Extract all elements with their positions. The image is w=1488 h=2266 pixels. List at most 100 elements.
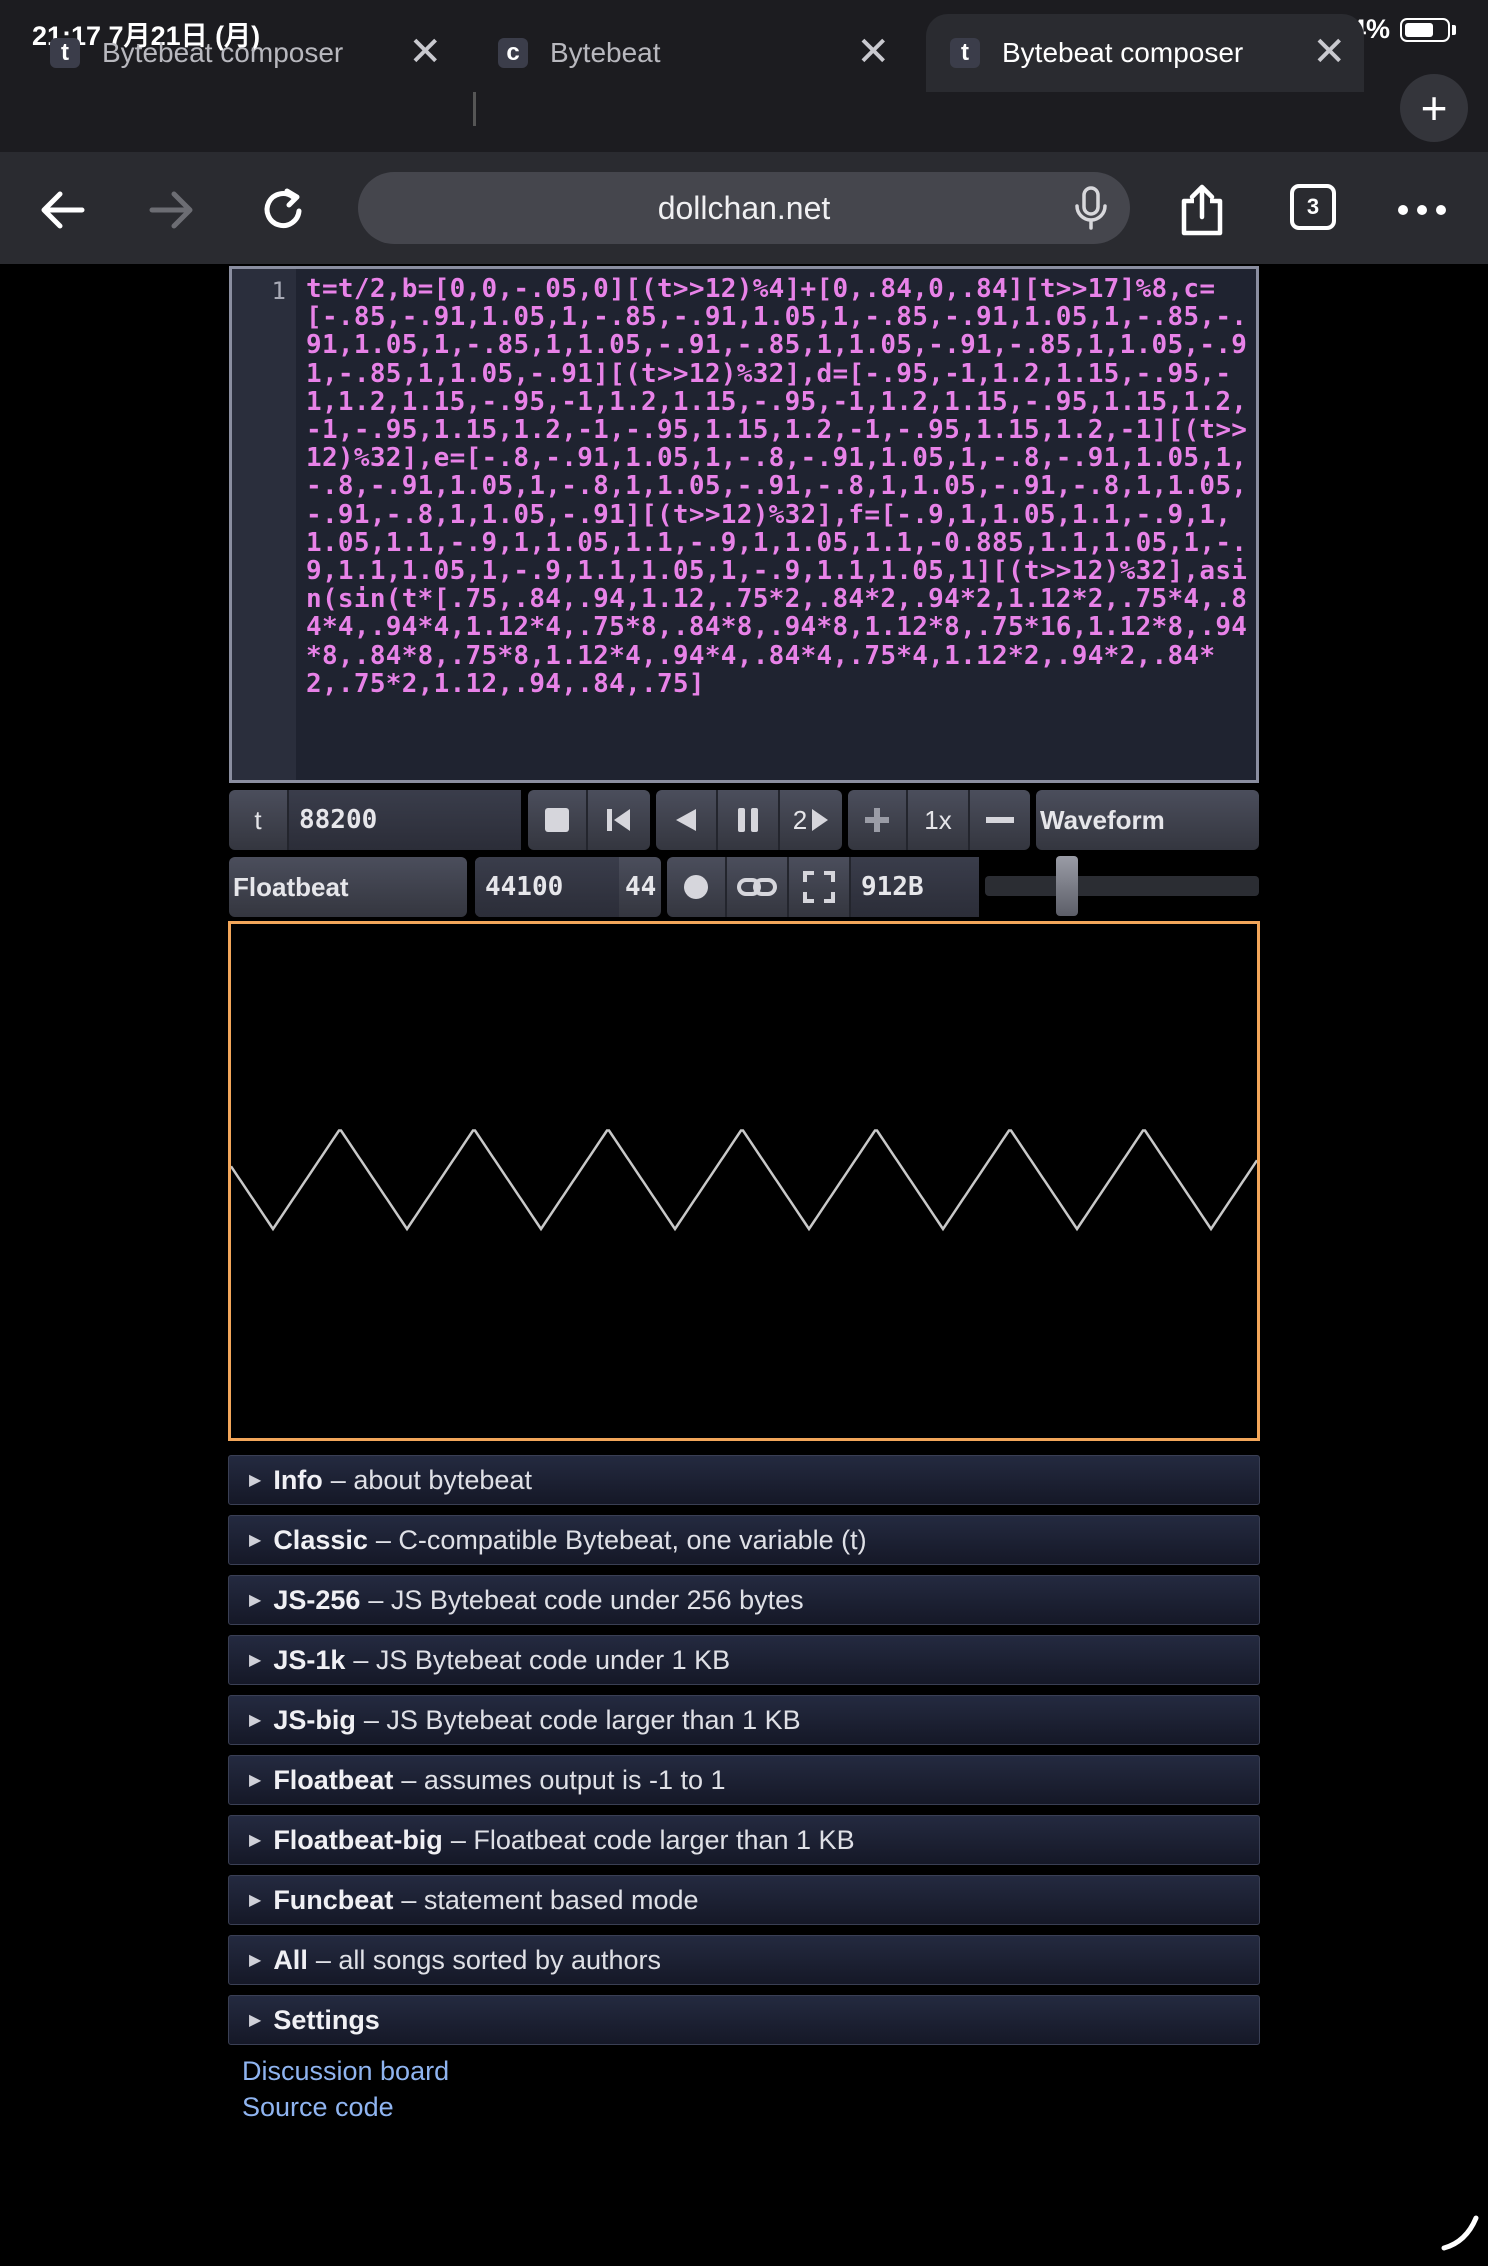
section-description: – statement based mode xyxy=(401,1884,699,1915)
speed-up-button[interactable] xyxy=(848,790,908,850)
section-title: Floatbeat-big xyxy=(273,1824,443,1855)
tab-count-button[interactable]: 3 xyxy=(1290,184,1336,230)
microphone-icon[interactable] xyxy=(1070,186,1112,230)
tab-title: Bytebeat xyxy=(550,37,661,68)
share-icon xyxy=(1181,184,1223,236)
code-size: 912B xyxy=(851,857,979,917)
section-description: – all songs sorted by authors xyxy=(315,1944,662,1975)
display-mode-value: Waveform xyxy=(1040,804,1165,835)
new-tab-button[interactable]: + xyxy=(1400,74,1468,142)
more-menu-button[interactable] xyxy=(1390,178,1454,242)
tab-bytebeat[interactable]: c Bytebeat ✕ xyxy=(498,14,908,92)
section-floatbeat-big[interactable]: ▶ Floatbeat-big – Floatbeat code larger th… xyxy=(228,1815,1260,1865)
back-arrow-icon xyxy=(41,191,85,229)
transport-group-2: 2 xyxy=(656,790,842,850)
minus-icon xyxy=(986,817,1014,823)
fullscreen-button[interactable] xyxy=(789,857,851,917)
code-editor[interactable]: 1 t=t/2,b=[0,0,-.05,0][(t>>12)%4]+[0,.84… xyxy=(229,266,1259,783)
source-code-link[interactable]: Source code xyxy=(242,2092,394,2123)
display-mode-select[interactable]: Waveform xyxy=(1036,790,1259,850)
share-button[interactable] xyxy=(1170,178,1234,242)
transport-group-1 xyxy=(528,790,650,850)
section-title: All xyxy=(273,1944,308,1975)
sample-rate-control: 44100 44 xyxy=(475,857,661,917)
tab-bytebeat-composer-active[interactable]: t Bytebeat composer ✕ xyxy=(926,14,1364,92)
section-description: – assumes output is -1 to 1 xyxy=(401,1764,726,1795)
close-tab-icon[interactable]: ✕ xyxy=(408,32,442,72)
disclosure-triangle-icon: ▶ xyxy=(249,1592,262,1609)
time-control: t 88200 xyxy=(229,790,521,850)
tab-favicon-icon: t xyxy=(950,38,980,68)
disclosure-triangle-icon: ▶ xyxy=(249,2012,262,2029)
section-description: – C-compatible Bytebeat, one variable (t… xyxy=(375,1524,867,1555)
speed-step-label: 2 xyxy=(792,804,808,835)
section-funcbeat[interactable]: ▶ Funcbeat – statement based mode xyxy=(228,1875,1260,1925)
resize-handle-icon xyxy=(1441,2215,1479,2251)
discussion-board-link[interactable]: Discussion board xyxy=(242,2056,449,2087)
disclosure-triangle-icon: ▶ xyxy=(249,1952,262,1969)
play-forward-button[interactable]: 2 xyxy=(780,790,842,850)
code-text[interactable]: t=t/2,b=[0,0,-.05,0][(t>>12)%4]+[0,.84,0… xyxy=(306,275,1254,698)
reload-icon xyxy=(264,188,302,229)
section-all[interactable]: ▶ All – all songs sorted by authors xyxy=(228,1935,1260,1985)
skip-back-icon xyxy=(607,809,630,831)
volume-slider[interactable] xyxy=(985,876,1259,896)
speed-down-button[interactable] xyxy=(970,790,1030,850)
disclosure-triangle-icon: ▶ xyxy=(249,1772,262,1789)
disclosure-triangle-icon: ▶ xyxy=(249,1892,262,1909)
section-settings[interactable]: ▶ Settings xyxy=(228,1995,1260,2045)
stop-button[interactable] xyxy=(528,790,588,850)
plus-icon xyxy=(865,808,889,832)
close-tab-icon[interactable]: ✕ xyxy=(1312,32,1346,72)
address-bar[interactable]: dollchan.net xyxy=(358,172,1130,244)
section-floatbeat[interactable]: ▶ Floatbeat – assumes output is -1 to 1 xyxy=(228,1755,1260,1805)
mode-select[interactable]: Floatbeat xyxy=(229,857,467,917)
section-description: – about bytebeat xyxy=(330,1464,532,1495)
section-description: – JS Bytebeat code under 256 bytes xyxy=(368,1584,804,1615)
browser-toolbar: dollchan.net 3 xyxy=(0,152,1488,264)
rewind-button[interactable] xyxy=(588,790,650,850)
plus-icon: + xyxy=(1420,82,1448,134)
section-title: Classic xyxy=(273,1524,368,1555)
section-info[interactable]: ▶ Info – about bytebeat xyxy=(228,1455,1260,1505)
volume-slider-thumb[interactable] xyxy=(1055,856,1078,916)
sample-rate-input[interactable]: 44100 xyxy=(475,857,619,917)
section-title: Settings xyxy=(273,2004,380,2035)
record-share-group: 912B xyxy=(667,857,979,917)
section-classic[interactable]: ▶ Classic – C-compatible Bytebeat, one var… xyxy=(228,1515,1260,1565)
disclosure-triangle-icon: ▶ xyxy=(249,1832,262,1849)
url-text: dollchan.net xyxy=(657,189,831,226)
section-js-big[interactable]: ▶ JS-big – JS Bytebeat code larger than 1 … xyxy=(228,1695,1260,1745)
forward-button[interactable] xyxy=(140,178,204,242)
more-dots-icon xyxy=(1398,205,1446,215)
section-title: Floatbeat xyxy=(273,1764,394,1795)
sample-rate-select[interactable]: 44 xyxy=(619,857,661,917)
tab-favicon-icon: c xyxy=(498,38,528,68)
play-backward-button[interactable] xyxy=(656,790,718,850)
stop-icon xyxy=(545,808,569,832)
share-link-button[interactable] xyxy=(727,857,789,917)
time-label: t xyxy=(229,790,289,850)
section-js-256[interactable]: ▶ JS-256– JS Bytebeat code under 256 byte… xyxy=(228,1575,1260,1625)
fullscreen-icon xyxy=(803,871,835,903)
battery-icon xyxy=(1400,17,1450,42)
pause-button[interactable] xyxy=(718,790,780,850)
disclosure-triangle-icon: ▶ xyxy=(249,1652,262,1669)
back-button[interactable] xyxy=(30,178,94,242)
section-description: – JS Bytebeat code under 1 KB xyxy=(353,1644,731,1675)
waveform-canvas[interactable] xyxy=(228,921,1260,1441)
section-js-1k[interactable]: ▶ JS-1k – JS Bytebeat code under 1 KB xyxy=(228,1635,1260,1685)
time-input[interactable]: 88200 xyxy=(289,790,521,850)
section-title: JS-256 xyxy=(273,1584,361,1615)
close-tab-icon[interactable]: ✕ xyxy=(856,32,890,72)
tab-title: Bytebeat composer xyxy=(102,37,344,68)
forward-arrow-icon xyxy=(149,191,193,229)
play-back-icon xyxy=(676,809,696,831)
speed-control: 1x xyxy=(848,790,1030,850)
section-title: Funcbeat xyxy=(273,1884,394,1915)
link-icon xyxy=(737,878,777,896)
tab-bytebeat-composer-1[interactable]: t Bytebeat composer ✕ xyxy=(50,14,460,92)
record-button[interactable] xyxy=(667,857,727,917)
section-description: – JS Bytebeat code larger than 1 KB xyxy=(363,1704,801,1735)
reload-button[interactable] xyxy=(252,178,316,242)
